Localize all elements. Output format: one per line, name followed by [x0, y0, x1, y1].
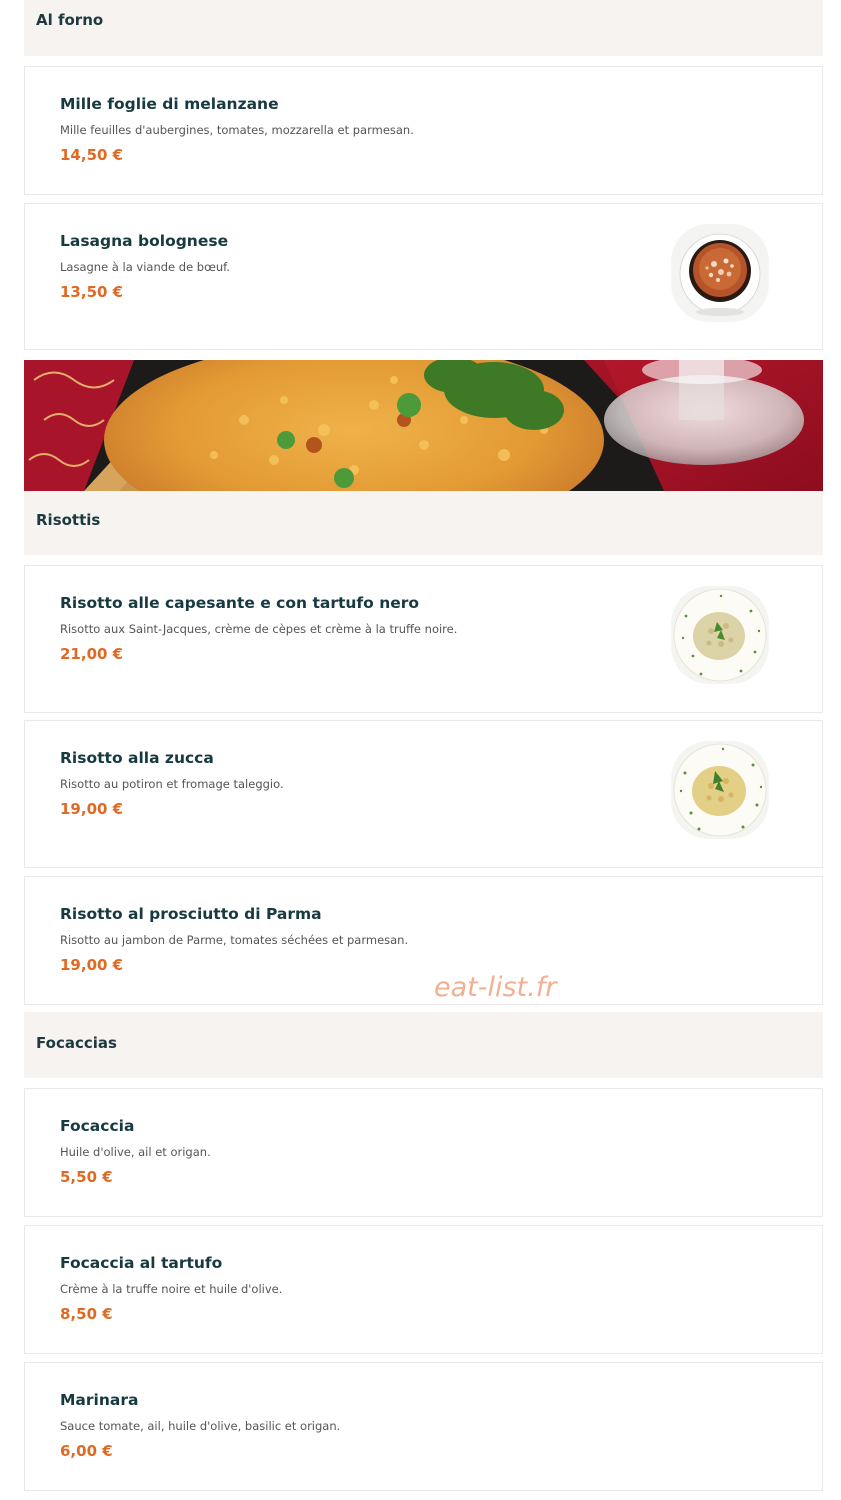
lasagna-dish-photo[interactable]	[671, 224, 769, 322]
menu-item-card[interactable]: Focaccia al tartufo Crème à la truffe no…	[24, 1225, 823, 1354]
menu-item-description: Risotto au potiron et fromage taleggio.	[60, 777, 284, 791]
menu-item-name: Risotto alle capesante e con tartufo ner…	[60, 594, 420, 612]
risotto-plate-photo[interactable]	[671, 586, 769, 684]
menu-page: Al forno Mille foglie di melanzane Mille…	[0, 0, 841, 1500]
menu-item-card[interactable]: Risotto alla zucca Risotto au potiron et…	[24, 720, 823, 868]
risotto-plate-photo[interactable]	[671, 741, 769, 839]
menu-item-name: Mille foglie di melanzane	[60, 95, 279, 113]
section-header-risottis: Risottis	[24, 491, 823, 555]
watermark: eat-list.fr	[434, 972, 557, 1003]
menu-item-price: 5,50 €	[60, 1168, 113, 1186]
section-title: Al forno	[36, 11, 104, 29]
menu-item-card[interactable]: Mille foglie di melanzane Mille feuilles…	[24, 66, 823, 195]
menu-item-name: Focaccia	[60, 1117, 135, 1135]
menu-item-name: Marinara	[60, 1391, 139, 1409]
menu-item-description: Crème à la truffe noire et huile d'olive…	[60, 1282, 283, 1296]
menu-item-card[interactable]: Risotto alle capesante e con tartufo ner…	[24, 565, 823, 713]
menu-item-price: 8,50 €	[60, 1305, 113, 1323]
menu-item-price: 19,00 €	[60, 956, 124, 974]
menu-item-name: Focaccia al tartufo	[60, 1254, 223, 1272]
section-title: Risottis	[36, 511, 101, 529]
menu-item-price: 21,00 €	[60, 645, 124, 663]
menu-item-card[interactable]: Risotto al prosciutto di Parma Risotto a…	[24, 876, 823, 1005]
menu-item-card[interactable]: Marinara Sauce tomate, ail, huile d'oliv…	[24, 1362, 823, 1491]
menu-item-price: 13,50 €	[60, 283, 124, 301]
menu-item-description: Risotto au jambon de Parme, tomates séch…	[60, 933, 409, 947]
menu-item-card[interactable]: Lasagna bolognese Lasagne à la viande de…	[24, 203, 823, 350]
menu-item-description: Mille feuilles d'aubergines, tomates, mo…	[60, 123, 414, 137]
section-title: Focaccias	[36, 1034, 117, 1052]
menu-item-card[interactable]: Focaccia Huile d'olive, ail et origan. 5…	[24, 1088, 823, 1217]
menu-item-description: Risotto aux Saint-Jacques, crème de cèpe…	[60, 622, 458, 636]
rice-dish-banner-photo	[24, 360, 823, 491]
menu-item-price: 14,50 €	[60, 146, 124, 164]
menu-item-name: Lasagna bolognese	[60, 232, 229, 250]
menu-item-price: 6,00 €	[60, 1442, 113, 1460]
menu-item-name: Risotto alla zucca	[60, 749, 214, 767]
menu-item-description: Lasagne à la viande de bœuf.	[60, 260, 231, 274]
section-header-focaccias: Focaccias	[24, 1012, 823, 1078]
section-header-al-forno: Al forno	[24, 0, 823, 56]
menu-item-price: 19,00 €	[60, 800, 124, 818]
menu-item-description: Sauce tomate, ail, huile d'olive, basili…	[60, 1419, 341, 1433]
menu-item-description: Huile d'olive, ail et origan.	[60, 1145, 211, 1159]
menu-item-name: Risotto al prosciutto di Parma	[60, 905, 322, 923]
